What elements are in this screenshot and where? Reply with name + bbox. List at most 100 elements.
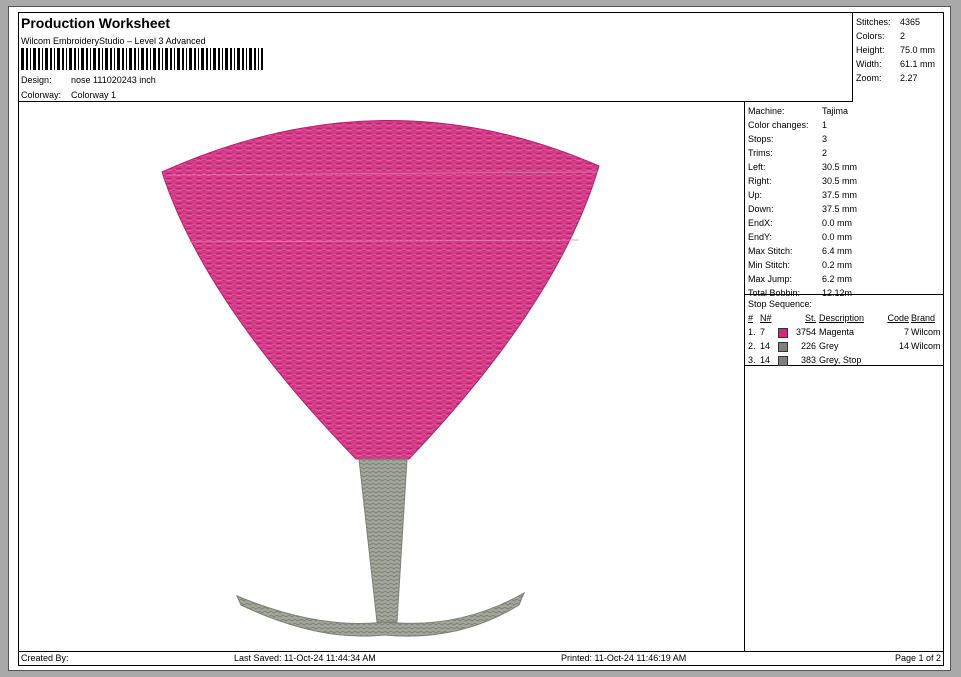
info-value: 6.2 mm: [822, 274, 853, 284]
stat-value: 2.27: [900, 73, 918, 83]
worksheet-header: Production Worksheet Wilcom EmbroiderySt…: [19, 13, 853, 102]
stat-label: Zoom:: [856, 73, 882, 83]
design-stats: Stitches: 4365 Colors: 2 Height: 75.0 mm Wi…: [853, 13, 943, 102]
stop-stitches: 3754: [795, 327, 816, 337]
stat-row: Colors: 2: [856, 29, 943, 43]
info-label: EndY:: [748, 232, 773, 242]
stop-description: Grey: [819, 341, 839, 351]
info-label: Up:: [748, 190, 763, 200]
stat-label: Stitches:: [856, 17, 891, 27]
info-row: Right: 30.5 mm: [748, 174, 943, 188]
colorway-row: Colorway: Colorway 1: [21, 90, 116, 100]
info-row: Trims: 2: [748, 146, 943, 160]
barcode: [21, 48, 263, 70]
table-header-row: # N# St. Description Code Brand: [748, 311, 942, 325]
info-label: Machine:: [748, 106, 785, 116]
colorway-value: Colorway 1: [71, 90, 117, 100]
stop-needle: 14: [760, 341, 771, 351]
stat-label: Colors:: [856, 31, 885, 41]
info-row: Min Stitch: 0.2 mm: [748, 258, 943, 272]
column-header: Description: [819, 313, 865, 323]
stop-index: 1.: [748, 327, 756, 337]
info-value: 2: [822, 148, 828, 158]
design-value: nose 111020243 inch: [71, 75, 156, 85]
info-label: Right:: [748, 176, 772, 186]
stop-needle: 14: [760, 355, 771, 365]
info-row: Machine: Tajima: [748, 104, 943, 118]
stat-value: 2: [900, 31, 906, 41]
design-row: Design: nose 111020243 inch: [21, 75, 156, 85]
page-number: Page 1 of 2: [894, 653, 941, 663]
design-preview: [19, 102, 745, 651]
stat-row: Zoom: 2.27: [856, 71, 943, 85]
grey-stem-shape: [358, 458, 408, 623]
info-value: 37.5 mm: [822, 204, 858, 214]
stop-code: 14: [898, 341, 909, 351]
info-value: 0.0 mm: [822, 232, 853, 242]
column-header: N#: [760, 313, 772, 323]
info-value: 0.2 mm: [822, 260, 853, 270]
color-swatch: [778, 327, 788, 338]
column-header: St.: [804, 313, 816, 323]
color-swatch: [778, 355, 788, 366]
stop-index: 3.: [748, 355, 756, 365]
info-value: 30.5 mm: [822, 176, 858, 186]
info-value: Tajima: [822, 106, 849, 116]
info-value: 6.4 mm: [822, 246, 853, 256]
stat-value: 75.0 mm: [900, 45, 936, 55]
info-label: Color changes:: [748, 120, 809, 130]
info-value: 37.5 mm: [822, 190, 858, 200]
stop-index: 2.: [748, 341, 756, 351]
column-header: #: [748, 313, 754, 323]
stop-brand: Wilcom: [911, 341, 941, 351]
machine-info: Machine: Tajima Color changes: 1 Stops: 3 T…: [745, 102, 943, 298]
printed-date: Printed: 11-Oct-24 11:46:19 AM: [561, 653, 687, 663]
stop-needle: 7: [760, 327, 766, 337]
last-saved: Last Saved: 11-Oct-24 11:44:34 AM: [234, 653, 376, 663]
info-row: Up: 37.5 mm: [748, 188, 943, 202]
embroidery-preview-svg: [161, 120, 600, 637]
info-label: Min Stitch:: [748, 260, 791, 270]
info-label: Max Jump:: [748, 274, 793, 284]
info-label: Trims:: [748, 148, 773, 158]
info-value: 3: [822, 134, 828, 144]
stat-row: Height: 75.0 mm: [856, 43, 943, 57]
info-value: 0.0 mm: [822, 218, 853, 228]
stat-label: Height:: [856, 45, 885, 55]
stop-brand: Wilcom: [911, 327, 941, 337]
design-label: Design:: [21, 75, 52, 85]
column-header: Brand: [911, 313, 936, 323]
worksheet-footer: Created By: Last Saved: 11-Oct-24 11:44:…: [19, 651, 943, 665]
stat-value: 61.1 mm: [900, 59, 936, 69]
colorway-label: Colorway:: [21, 90, 62, 100]
info-row: Max Stitch: 6.4 mm: [748, 244, 943, 258]
info-row: Color changes: 1: [748, 118, 943, 132]
stop-sequence: Stop Sequence: # N# St. Description Code…: [745, 295, 943, 366]
stop-sequence-heading: Stop Sequence:: [748, 299, 813, 309]
info-row: EndY: 0.0 mm: [748, 230, 943, 244]
stat-value: 4365: [900, 17, 921, 27]
created-by: Created By:: [21, 653, 69, 663]
worksheet-frame: Production Worksheet Wilcom EmbroiderySt…: [18, 12, 944, 666]
info-value: 30.5 mm: [822, 162, 858, 172]
info-row: Stops: 3: [748, 132, 943, 146]
info-row: Down: 37.5 mm: [748, 202, 943, 216]
stop-description: Magenta: [819, 327, 855, 337]
table-row: 2. 14 226 Grey 14 Wilcom: [748, 339, 942, 353]
stop-sequence-table: # N# St. Description Code Brand 1. 7 375…: [748, 311, 942, 367]
software-subtitle: Wilcom EmbroideryStudio – Level 3 Advanc…: [21, 36, 206, 46]
table-row: 1. 7 3754 Magenta 7 Wilcom: [748, 325, 942, 339]
info-label: Max Stitch:: [748, 246, 793, 256]
stop-stitches: 226: [800, 341, 816, 351]
stop-description: Grey, Stop: [819, 355, 862, 365]
column-header: Code: [887, 313, 909, 323]
stat-row: Stitches: 4365: [856, 15, 943, 29]
stop-brand: [909, 353, 942, 367]
column-header: [778, 311, 790, 325]
stop-stitches: 383: [800, 355, 816, 365]
stop-code: [881, 353, 909, 367]
info-label: EndX:: [748, 218, 773, 228]
info-label: Down:: [748, 204, 774, 214]
info-value: 1: [822, 120, 828, 130]
info-row: Max Jump: 6.2 mm: [748, 272, 943, 286]
